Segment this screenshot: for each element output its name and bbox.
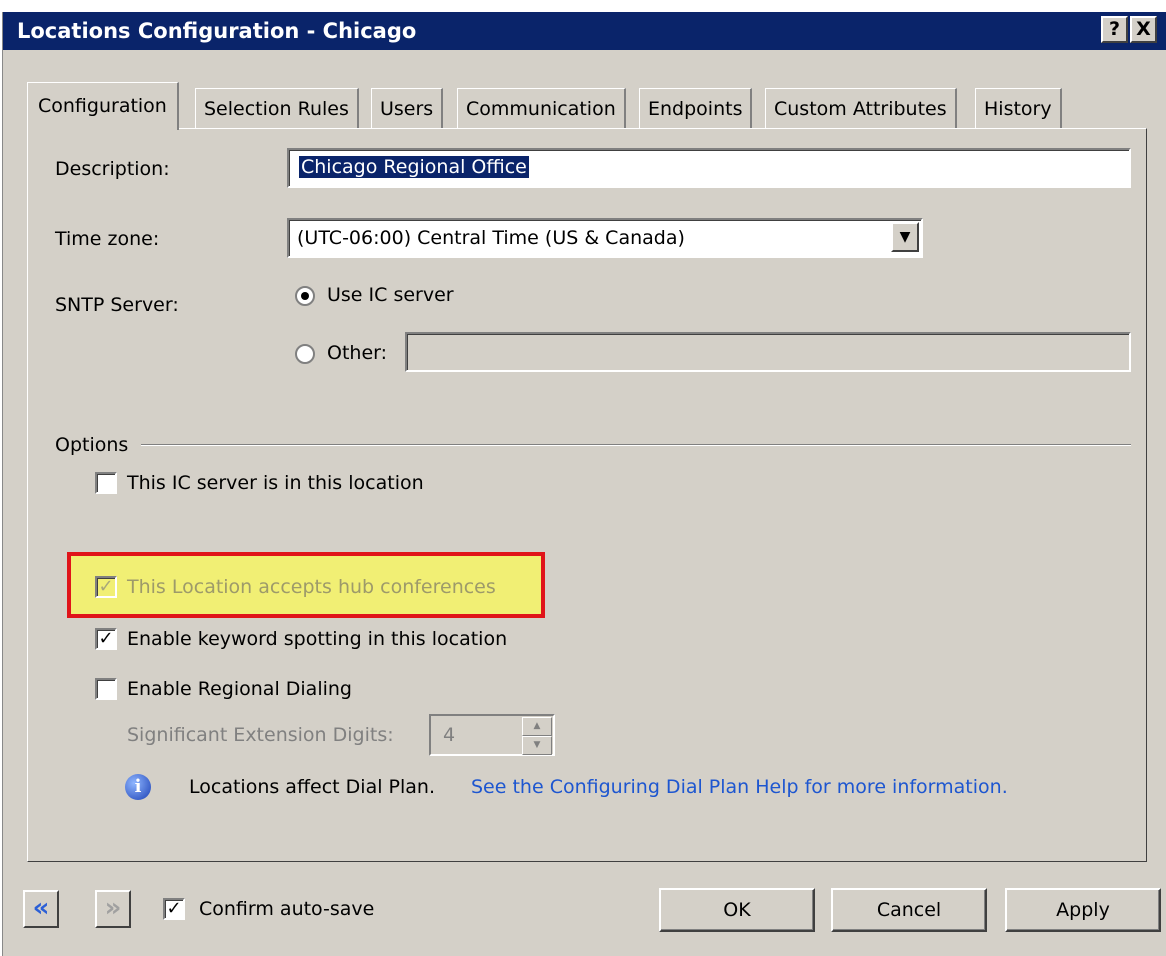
timezone-select[interactable]: (UTC-06:00) Central Time (US & Canada) ▼	[287, 218, 923, 258]
regional-dialing-checkbox[interactable]	[95, 678, 117, 700]
tab-custom-attributes[interactable]: Custom Attributes	[765, 88, 957, 128]
timezone-value: (UTC-06:00) Central Time (US & Canada)	[297, 227, 685, 249]
sntp-label: SNTP Server:	[55, 294, 179, 316]
apply-button[interactable]: Apply	[1005, 888, 1161, 932]
sig-ext-value: 4	[443, 724, 456, 746]
options-divider	[141, 444, 1131, 446]
sntp-other-input[interactable]	[405, 332, 1131, 372]
sig-ext-label: Significant Extension Digits:	[127, 724, 394, 746]
chevron-down-icon[interactable]: ▼	[891, 222, 919, 252]
info-icon: i	[125, 774, 151, 800]
window-title: Locations Configuration - Chicago	[17, 19, 417, 43]
ic-server-here-checkbox[interactable]	[95, 472, 117, 494]
radio-selected-dot	[301, 292, 309, 300]
tab-communication[interactable]: Communication	[457, 88, 626, 128]
help-button[interactable]: ?	[1101, 16, 1128, 43]
tab-configuration[interactable]: Configuration	[27, 82, 179, 130]
spin-up-icon[interactable]: ▲	[522, 717, 552, 736]
tab-selection-rules[interactable]: Selection Rules	[195, 88, 359, 128]
info-text: Locations affect Dial Plan.	[189, 776, 435, 798]
cancel-button[interactable]: Cancel	[831, 888, 987, 932]
spin-down-icon[interactable]: ▼	[522, 736, 552, 755]
close-button[interactable]: X	[1130, 16, 1157, 43]
title-bar: Locations Configuration - Chicago ? X	[3, 12, 1166, 50]
ok-button[interactable]: OK	[659, 888, 815, 932]
sntp-use-ic-radio[interactable]	[295, 286, 315, 306]
tab-endpoints[interactable]: Endpoints	[639, 88, 753, 128]
sntp-use-ic-label: Use IC server	[327, 284, 454, 306]
accepts-hub-label: This Location accepts hub conferences	[127, 576, 496, 598]
tab-users[interactable]: Users	[371, 88, 444, 128]
sntp-other-label: Other:	[327, 342, 388, 364]
description-label-text: Description:	[55, 158, 170, 180]
ic-server-here-label: This IC server is in this location	[127, 472, 424, 494]
sntp-other-radio[interactable]	[295, 344, 315, 364]
confirm-autosave-checkbox[interactable]: ✓	[163, 898, 185, 920]
keyword-spotting-label: Enable keyword spotting in this location	[127, 628, 508, 650]
tab-history[interactable]: History	[975, 88, 1062, 128]
description-value: Chicago Regional Office	[299, 156, 529, 178]
sig-ext-spinner[interactable]: 4 ▲ ▼	[429, 714, 555, 756]
keyword-spotting-checkbox[interactable]: ✓	[95, 628, 117, 650]
regional-dialing-label: Enable Regional Dialing	[127, 678, 352, 700]
options-group-label: Options	[55, 434, 129, 456]
description-label: Description:	[55, 158, 170, 180]
locations-dialog: Locations Configuration - Chicago ? X Co…	[2, 12, 1166, 956]
description-input[interactable]: Chicago Regional Office	[287, 148, 1131, 188]
previous-icon[interactable]: «	[23, 890, 59, 928]
dial-plan-help-link[interactable]: See the Configuring Dial Plan Help for m…	[471, 776, 1008, 798]
accepts-hub-checkbox[interactable]: ✓	[95, 576, 117, 598]
confirm-autosave-label: Confirm auto-save	[199, 898, 375, 920]
next-icon[interactable]: »	[95, 890, 131, 928]
timezone-label: Time zone:	[55, 228, 160, 250]
